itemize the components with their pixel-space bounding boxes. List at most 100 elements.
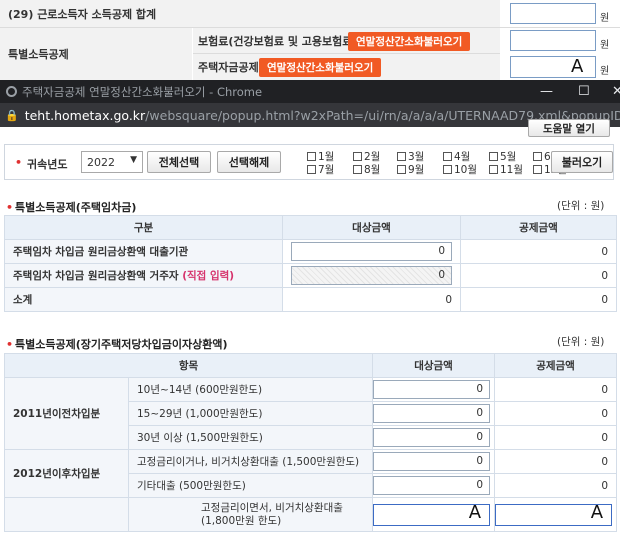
- checkbox-icon[interactable]: [533, 152, 542, 161]
- bullet-icon: •: [6, 338, 14, 351]
- bg-row-special: 특별소득공제 보험료(건강보험료 및 고용보험료) 연말정산간소화불러오기 주택…: [0, 28, 620, 80]
- month-checkbox[interactable]: 10월: [443, 162, 477, 177]
- special-deduction-label: 특별소득공제: [0, 28, 192, 80]
- group-label: 2011년이전차입분: [4, 377, 129, 450]
- housing-label: 주택자금공제: [198, 61, 259, 74]
- checkbox-icon[interactable]: [353, 165, 362, 174]
- load-button[interactable]: 불러오기: [551, 151, 613, 173]
- row-label-cell: 주택임차 차입금 원리금상환액 거주자 (직접 입력): [4, 263, 283, 288]
- help-button[interactable]: 도움말 열기: [528, 119, 610, 137]
- header-deduction: 공제금액: [460, 215, 617, 240]
- deduction-amount-input[interactable]: A: [495, 503, 613, 526]
- target-amount-input[interactable]: 0: [373, 452, 491, 471]
- won-unit: 원: [600, 13, 610, 24]
- header-deduction: 공제금액: [494, 353, 618, 378]
- month-checkbox[interactable]: 11월: [489, 162, 523, 177]
- row-label: 30년 이상 (1,500만원한도): [127, 425, 374, 450]
- checkbox-icon[interactable]: [489, 165, 498, 174]
- deselect-all-button[interactable]: 선택해제: [217, 151, 281, 173]
- year-value: 2022: [87, 155, 115, 169]
- checkbox-icon[interactable]: [443, 152, 452, 161]
- deduction-value: 0: [494, 425, 618, 450]
- row-label: 10년~14년 (600만원한도): [127, 377, 374, 402]
- year-label: 귀속년도: [27, 158, 68, 171]
- target-amount-input-disabled: 0: [291, 266, 452, 285]
- checkbox-icon[interactable]: [443, 165, 452, 174]
- target-amount-input[interactable]: 0: [373, 404, 491, 423]
- target-value: 0: [282, 287, 461, 312]
- row-label-cell: 고정금리이면서, 비거치상환대출 (1,800만원 한도): [127, 497, 374, 532]
- deduction-value: 0: [460, 287, 617, 312]
- housing-load-button[interactable]: 연말정산간소화불러오기: [259, 58, 382, 77]
- table-row: 주택임차 차입금 원리금상환액 거주자 (직접 입력) 0 0: [4, 263, 617, 288]
- section1-title: • 특별소득공제(주택임차금): [6, 201, 137, 214]
- checkbox-icon[interactable]: [397, 152, 406, 161]
- section1-unit: (단위 : 원): [557, 200, 605, 212]
- table-header-row: 구분 대상금액 공제금액: [4, 215, 617, 240]
- month-checkbox[interactable]: 8월: [353, 162, 380, 177]
- popup-content: 도움말 열기 • 귀속년도 2022 ▼ 전체선택 선택해제 1월 2월 3월 4월 5…: [0, 119, 620, 541]
- checkbox-icon[interactable]: [307, 165, 316, 174]
- checkbox-icon[interactable]: [307, 152, 316, 161]
- insurance-load-button[interactable]: 연말정산간소화불러오기: [348, 32, 471, 51]
- select-all-button[interactable]: 전체선택: [147, 151, 211, 173]
- close-icon[interactable]: ✕: [612, 80, 620, 103]
- table-row: 고정금리이면서, 비거치상환대출 (1,800만원 한도) A A: [4, 497, 618, 532]
- row-label: 주택임차 차입금 원리금상환액 대출기관: [4, 239, 283, 264]
- section2-table: 항목 대상금액 공제금액 2011년이전차입분 10년~14년 (600만원한도…: [3, 353, 618, 532]
- bg-row29-label: (29) 근로소득자 소득공제 합계: [0, 0, 500, 27]
- window-title: 주택자금공제 연말정산간소화불러오기 - Chrome: [22, 84, 263, 99]
- table-row: 소계 0 0: [4, 287, 617, 312]
- month-checkbox[interactable]: 9월: [397, 162, 424, 177]
- won-unit: 원: [600, 40, 610, 51]
- year-select[interactable]: 2022 ▼: [81, 151, 143, 173]
- row-label: 소계: [4, 287, 283, 312]
- target-amount-input[interactable]: 0: [373, 428, 491, 447]
- bg-row-29: (29) 근로소득자 소득공제 합계 원: [0, 0, 620, 28]
- row-label: 주택임차 차입금 원리금상환액 거주자: [13, 270, 179, 282]
- popup-window: 주택자금공제 연말정산간소화불러오기 - Chrome — ☐ ✕ 🔒 teht…: [0, 80, 620, 541]
- url-host: teht.hometax.go.kr: [24, 107, 146, 123]
- header-category: 구분: [4, 215, 283, 240]
- maximize-icon[interactable]: ☐: [578, 80, 590, 103]
- month-checkbox[interactable]: 7월: [307, 162, 334, 177]
- bg-total-input[interactable]: [510, 3, 596, 24]
- deduction-value: 0: [494, 401, 618, 426]
- group-label: 2012년이후차입분: [4, 449, 129, 498]
- month-label: 11월: [500, 164, 524, 176]
- deduction-value: 0: [494, 473, 618, 498]
- row-label: 고정금리이거나, 비거치상환대출 (1,500만원한도): [127, 449, 374, 474]
- checkbox-icon[interactable]: [353, 152, 362, 161]
- address-bar[interactable]: 🔒 teht.hometax.go.kr /websquare/popup.ht…: [0, 103, 620, 127]
- deduction-value: 0: [494, 449, 618, 474]
- table-header-row: 항목 대상금액 공제금액: [3, 353, 618, 378]
- table-row: 주택임차 차입금 원리금상환액 대출기관 0 0: [4, 239, 617, 264]
- target-amount-input[interactable]: 0: [373, 380, 491, 399]
- deduction-value: 0: [460, 239, 617, 264]
- row-label-sub: (1,800만원 한도): [201, 514, 282, 527]
- input-marker: A: [571, 56, 584, 77]
- header-target: 대상금액: [372, 353, 496, 378]
- target-amount-input[interactable]: A: [373, 501, 491, 526]
- checkbox-icon[interactable]: [489, 152, 498, 161]
- input-marker: A: [468, 501, 482, 523]
- row-label: 15~29년 (1,000만원한도): [127, 401, 374, 426]
- target-amount-input[interactable]: 0: [373, 476, 491, 495]
- chrome-icon: [6, 86, 17, 97]
- month-label: 8월: [364, 164, 381, 176]
- section2-title: • 특별소득공제(장기주택저당차입금이자상환액): [6, 338, 228, 351]
- row-label: 기타대출 (500만원한도): [127, 473, 374, 498]
- direct-input-note: (직접 입력): [182, 270, 235, 282]
- housing-input[interactable]: A: [510, 56, 596, 78]
- bullet-icon: •: [6, 201, 14, 214]
- header-item: 항목: [3, 353, 374, 378]
- filter-bar: • 귀속년도 2022 ▼ 전체선택 선택해제 1월2월3월4월5월6월 7월8…: [4, 144, 614, 180]
- checkbox-icon[interactable]: [533, 165, 542, 174]
- insurance-input[interactable]: [510, 30, 596, 51]
- checkbox-icon[interactable]: [397, 165, 406, 174]
- minimize-icon[interactable]: —: [540, 80, 553, 103]
- window-titlebar: 주택자금공제 연말정산간소화불러오기 - Chrome — ☐ ✕: [0, 80, 620, 103]
- lock-icon: 🔒: [5, 108, 19, 122]
- table-row: 2011년이전차입분 10년~14년 (600만원한도) 0 0: [4, 377, 618, 450]
- target-amount-input[interactable]: 0: [291, 242, 452, 261]
